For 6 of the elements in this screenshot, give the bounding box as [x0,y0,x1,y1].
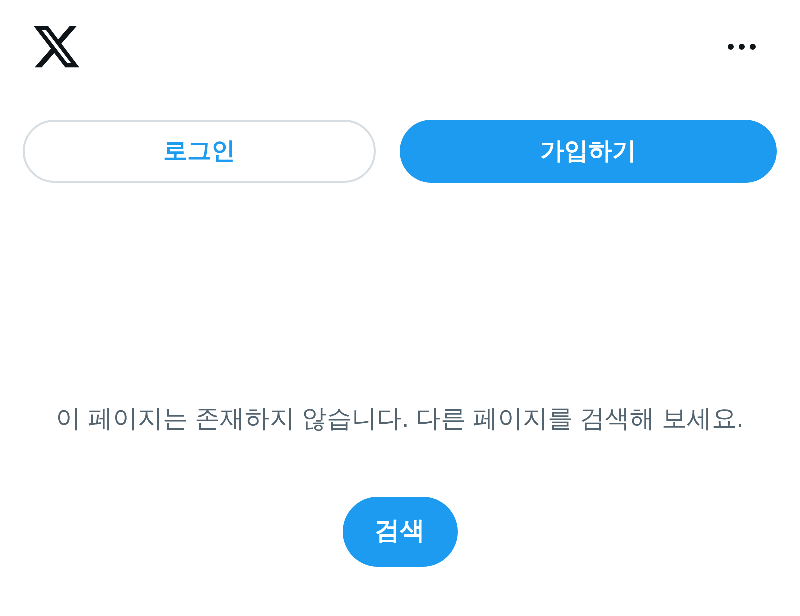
search-button[interactable]: 검색 [342,497,458,567]
x-logo-icon[interactable] [34,26,79,68]
login-button[interactable]: 로그인 [23,120,376,183]
not-found-message: 이 페이지는 존재하지 않습니다. 다른 페이지를 검색해 보세요. [56,404,744,435]
signup-button[interactable]: 가입하기 [400,120,777,183]
more-menu-icon[interactable] [728,44,756,50]
